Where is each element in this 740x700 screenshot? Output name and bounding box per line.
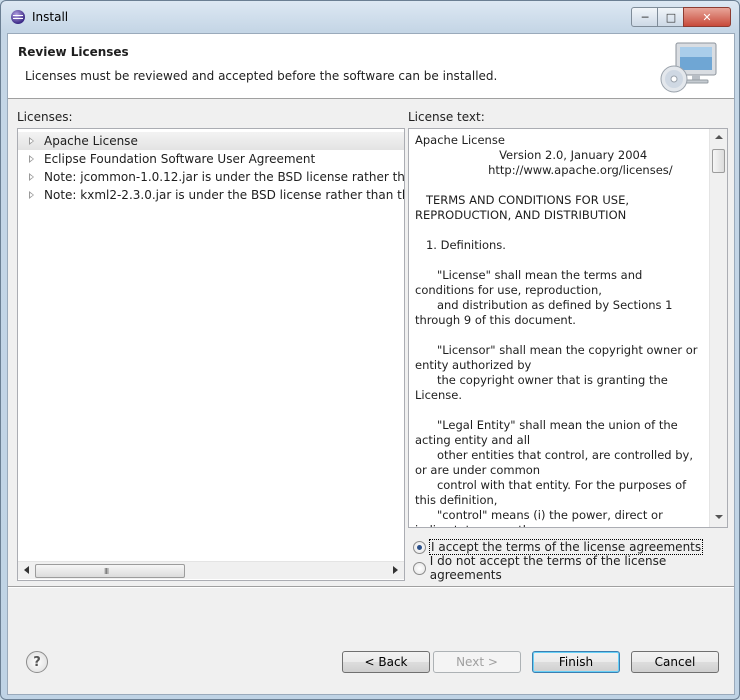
accept-label[interactable]: I accept the terms of the license agreem… [428,539,704,555]
license-text-area[interactable]: Apache License Version 2.0, January 2004… [408,128,728,528]
close-button[interactable]: ✕ [683,7,731,27]
finish-button[interactable]: Finish [532,651,620,673]
install-window: Install ─ □ ✕ Review Licenses Licenses m… [0,0,740,700]
scroll-down-icon[interactable] [715,515,723,519]
eclipse-icon [11,10,25,24]
scroll-up-icon[interactable] [715,135,723,139]
decline-label[interactable]: I do not accept the terms of the license… [430,554,734,582]
cancel-button[interactable]: Cancel [631,651,719,673]
page-title: Review Licenses [18,45,129,59]
decline-option[interactable]: I do not accept the terms of the license… [413,554,734,582]
license-text-label: License text: [408,110,485,124]
decline-radio[interactable] [413,561,426,575]
horizontal-scrollbar[interactable]: III [18,561,404,579]
tree-item-label: Eclipse Foundation Software User Agreeme… [44,152,316,166]
tree-item-label: Apache License [44,134,138,148]
tree-item-jcommon[interactable]: Note: jcommon-1.0.12.jar is under the BS… [18,168,404,186]
back-button[interactable]: < Back [342,651,430,673]
licenses-tree[interactable]: Apache License Eclipse Foundation Softwa… [17,128,405,581]
scroll-thumb[interactable] [712,149,725,173]
licenses-label: Licenses: [17,110,73,124]
page-description: Licenses must be reviewed and accepted b… [25,69,498,83]
vertical-scrollbar[interactable] [709,129,727,527]
window-title: Install [32,10,69,24]
accept-radio[interactable] [413,540,426,554]
tree-item-kxml2[interactable]: Note: kxml2-2.3.0.jar is under the BSD l… [18,186,404,204]
scroll-right-icon[interactable] [393,566,398,574]
help-icon[interactable]: ? [26,651,48,673]
expand-arrow-icon[interactable] [29,155,34,163]
monitor-cd-icon [660,42,717,93]
scroll-thumb[interactable]: III [35,564,185,578]
tree-item-label: Note: kxml2-2.3.0.jar is under the BSD l… [44,188,404,202]
footer-separator [8,586,734,588]
expand-arrow-icon[interactable] [29,173,34,181]
scroll-left-icon[interactable] [24,566,29,574]
expand-arrow-icon[interactable] [29,191,34,199]
dialog-client: Review Licenses Licenses must be reviewe… [7,33,735,695]
expand-arrow-icon[interactable] [29,137,34,145]
tree-item-eclipse[interactable]: Eclipse Foundation Software User Agreeme… [18,150,404,168]
title-bar[interactable]: Install ─ □ ✕ [1,1,739,33]
tree-item-apache[interactable]: Apache License [18,132,404,150]
license-text-content: Apache License Version 2.0, January 2004… [415,133,698,527]
next-button[interactable]: Next > [433,651,521,673]
maximize-button[interactable]: □ [657,7,685,27]
minimize-button[interactable]: ─ [631,7,659,27]
wizard-header: Review Licenses Licenses must be reviewe… [8,34,734,99]
tree-item-label: Note: jcommon-1.0.12.jar is under the BS… [44,170,404,184]
